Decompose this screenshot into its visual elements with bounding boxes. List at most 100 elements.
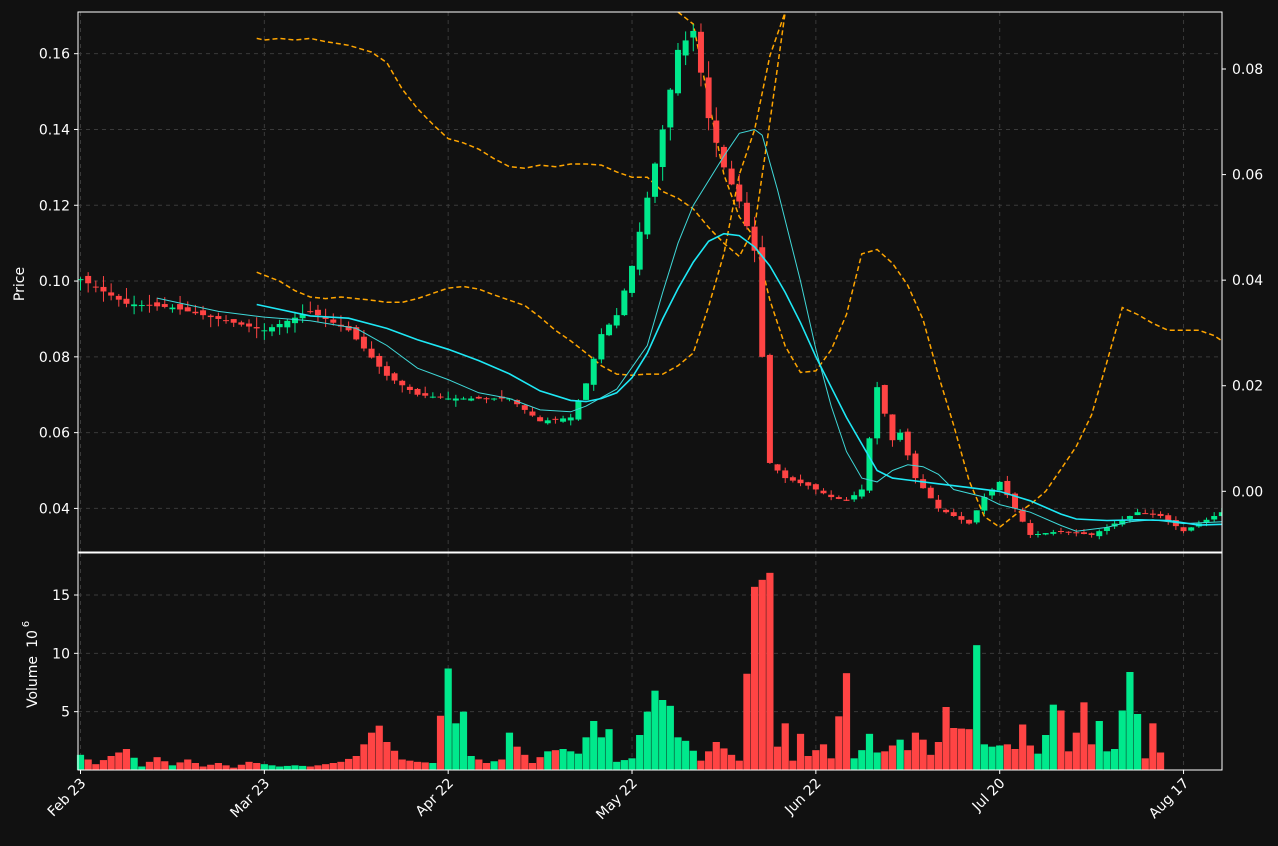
candle-body: [422, 393, 429, 396]
candle-body: [406, 386, 413, 390]
candle-body: [851, 495, 858, 500]
candle-body: [697, 31, 704, 73]
candle-body: [529, 411, 536, 416]
volume-bar: [237, 764, 245, 770]
candle-body: [636, 231, 643, 270]
volume-bar: [406, 760, 414, 770]
candle-body: [1088, 533, 1095, 535]
candle-body: [1096, 531, 1103, 537]
volume-bar: [950, 728, 958, 770]
candle-body: [1211, 516, 1218, 520]
candle-body: [215, 316, 222, 319]
candle-body: [736, 184, 743, 202]
volume-bar: [1049, 704, 1057, 770]
price-tick-label: 0.16: [39, 47, 70, 63]
volume-bar: [1118, 710, 1126, 770]
candle-body: [920, 479, 927, 489]
candle-body: [1180, 527, 1187, 532]
volume-bar: [1011, 749, 1019, 770]
candle-body: [483, 398, 490, 400]
candle-body: [330, 319, 337, 323]
candle-body: [560, 418, 567, 422]
candle-body: [812, 484, 819, 490]
volume-bar: [934, 742, 943, 770]
candle-body: [238, 322, 245, 325]
volume-bar: [689, 750, 697, 770]
volume-bar: [314, 765, 322, 770]
volume-bar: [842, 673, 851, 770]
candle-body: [192, 311, 199, 314]
candle-body: [1126, 516, 1133, 519]
volume-tick-label: 5: [61, 705, 70, 721]
volume-bar: [1103, 751, 1111, 770]
volume-bar: [551, 750, 560, 770]
secondary-tick-label: 0.02: [1232, 379, 1263, 395]
volume-bar: [260, 764, 268, 770]
candle-body: [1035, 534, 1041, 535]
volume-bar: [413, 761, 422, 770]
chart: 0.04 0.06 0.08 0.10 0.12 0.14 0.16 0.00 0.02 0.04…: [0, 0, 1278, 842]
volume-bar: [1141, 758, 1149, 770]
candle-body: [360, 336, 367, 349]
candle-body: [889, 414, 896, 441]
candle-body: [590, 358, 597, 385]
candle-body: [782, 470, 789, 479]
volume-bar: [107, 756, 115, 770]
price-tick-label: 0.10: [39, 274, 70, 290]
volume-bar: [306, 766, 314, 770]
candle-body: [1042, 533, 1049, 535]
candle-body: [391, 373, 398, 381]
volume-bar: [659, 700, 667, 770]
volume-bar: [207, 764, 215, 770]
candle-body: [713, 120, 720, 143]
secondary-tick-label: 0.00: [1232, 484, 1263, 500]
volume-bar: [559, 749, 567, 770]
volume-bar: [291, 765, 299, 770]
volume-bar: [957, 728, 965, 770]
candle-body: [820, 490, 827, 494]
volume-bar: [911, 732, 920, 770]
candle-body: [973, 510, 980, 523]
volume-bar: [1149, 723, 1157, 770]
candle-body: [682, 40, 689, 56]
volume-bar: [996, 745, 1004, 770]
volume-bar: [505, 732, 514, 770]
volume-bar: [636, 735, 644, 770]
candle-body: [606, 324, 613, 336]
volume-bar: [1003, 744, 1011, 770]
candle-body: [131, 304, 138, 307]
candle-body: [843, 499, 850, 501]
volume-bar: [184, 759, 192, 770]
volume-bar: [475, 759, 483, 770]
volume-bar: [253, 763, 261, 770]
candle-body: [1065, 531, 1072, 533]
volume-bar: [605, 729, 613, 770]
candle-body: [789, 477, 796, 481]
volume-bar: [1019, 724, 1027, 770]
candle-body: [1027, 523, 1034, 535]
volume-bar: [728, 754, 736, 770]
candle-body: [253, 327, 260, 329]
volume-bar: [1133, 714, 1142, 770]
candle-body: [629, 265, 636, 293]
candle-body: [1134, 512, 1141, 516]
volume-bar: [1095, 721, 1103, 770]
candle-body: [138, 305, 145, 307]
volume-bar: [528, 763, 537, 770]
volume-bar: [1156, 752, 1165, 770]
volume-bar: [161, 761, 169, 770]
candle-body: [115, 295, 122, 300]
volume-bar: [536, 757, 544, 770]
candle-body: [935, 499, 942, 509]
candle-body: [85, 275, 92, 284]
volume-bar: [628, 758, 636, 770]
candle-body: [705, 77, 712, 119]
secondary-tick-label: 0.06: [1232, 168, 1263, 184]
candle-body: [720, 146, 727, 168]
candle-body: [1142, 513, 1149, 515]
candle-body: [552, 418, 559, 420]
candle-body: [177, 304, 184, 310]
candle-body: [207, 315, 214, 318]
candle-body: [537, 417, 544, 422]
volume-bar: [490, 761, 498, 770]
